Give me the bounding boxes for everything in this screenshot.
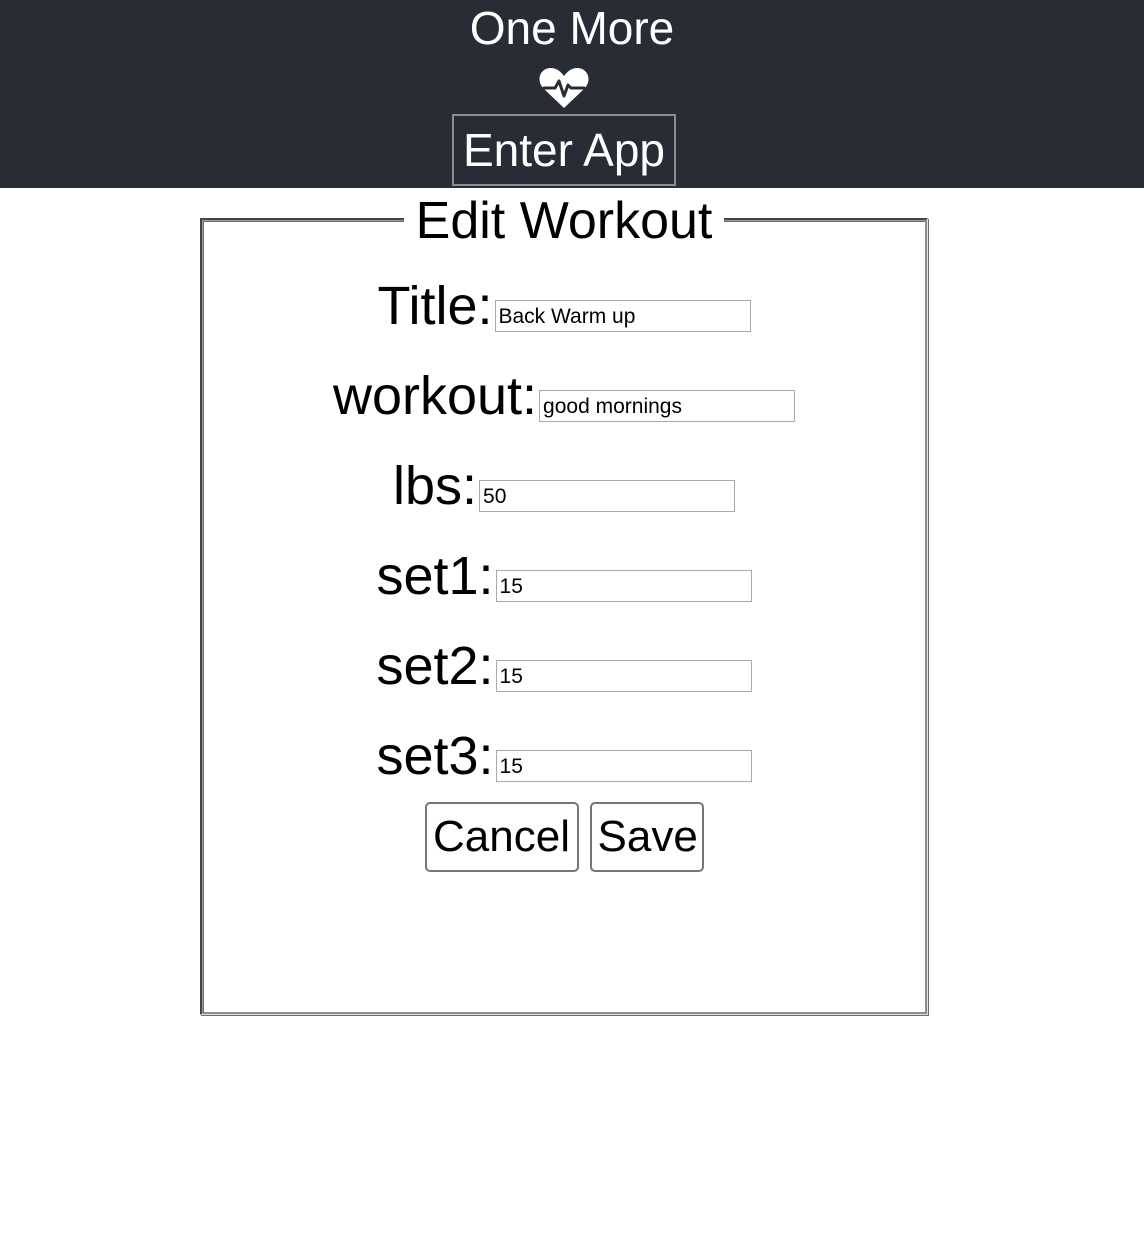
set3-input[interactable] (495, 750, 752, 782)
edit-workout-fieldset (200, 218, 928, 1015)
workout-field-row: workout: (200, 366, 928, 426)
set1-label: set1: (376, 546, 494, 606)
set2-label: set2: (376, 636, 494, 696)
workout-input[interactable] (539, 390, 796, 422)
set1-input[interactable] (495, 570, 752, 602)
set3-label: set3: (376, 726, 494, 786)
form-legend: Edit Workout (404, 190, 724, 252)
set2-input[interactable] (495, 660, 752, 692)
set3-field-row: set3: (200, 726, 928, 786)
heartbeat-icon (539, 68, 589, 108)
app-title: One More (469, 2, 675, 54)
lbs-field-row: lbs: (200, 456, 928, 516)
set2-field-row: set2: (200, 636, 928, 696)
set1-field-row: set1: (200, 546, 928, 606)
lbs-label: lbs: (392, 456, 478, 516)
app-header: One More Enter App (0, 0, 1144, 188)
enter-app-button[interactable]: Enter App (452, 114, 676, 186)
lbs-input[interactable] (479, 480, 736, 512)
form-actions: Cancel Save (200, 802, 928, 872)
save-button[interactable]: Save (589, 802, 704, 872)
cancel-button[interactable]: Cancel (424, 802, 579, 872)
title-input[interactable] (494, 300, 751, 332)
title-field-row: Title: (200, 276, 928, 336)
title-label: Title: (377, 276, 493, 336)
workout-label: workout: (332, 366, 538, 426)
